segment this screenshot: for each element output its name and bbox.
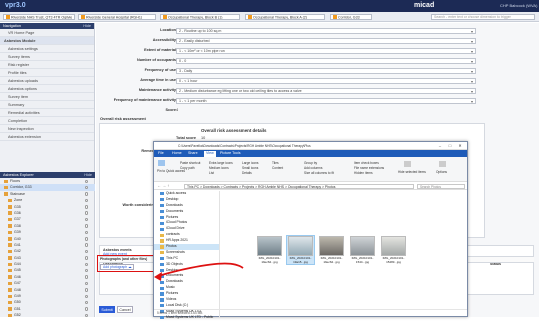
callout-arrow xyxy=(154,262,244,281)
